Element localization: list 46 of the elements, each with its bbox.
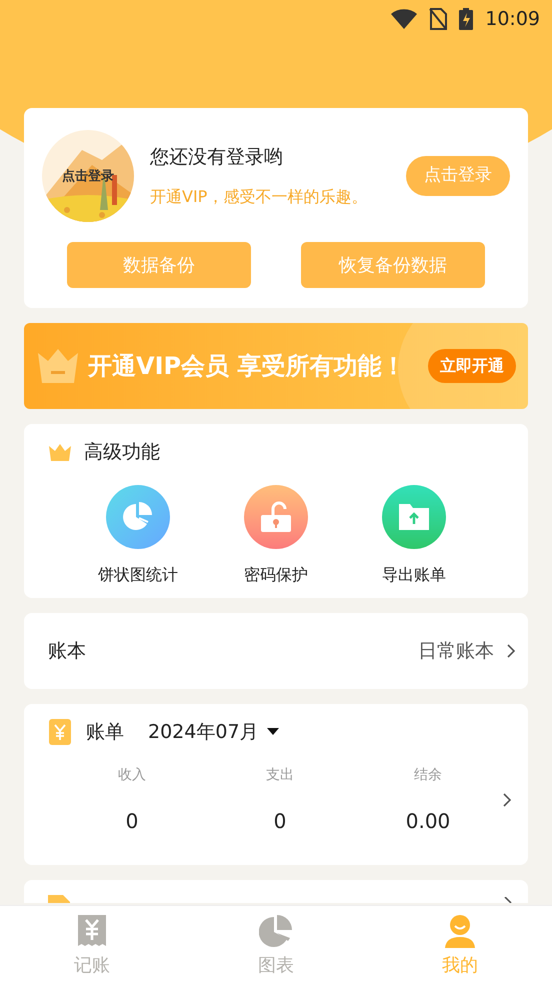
- pie-chart-icon: [259, 914, 293, 948]
- vip-banner-text: 开通VIP会员 享受所有功能！: [88, 351, 406, 382]
- tab-label: 我的: [442, 954, 478, 978]
- chevron-right-icon: [506, 643, 516, 659]
- section-title: 高级功能: [84, 440, 160, 465]
- crown-icon: [48, 443, 72, 462]
- chevron-right-icon: [502, 792, 512, 808]
- yen-ticket-icon: [48, 719, 72, 746]
- backup-button[interactable]: 恢复备份数据: [301, 242, 485, 288]
- caret-down-icon: [266, 728, 279, 736]
- tab[interactable]: 我的: [368, 906, 552, 983]
- tab[interactable]: 图表: [184, 906, 368, 983]
- vip-banner[interactable]: 开通VIP会员 享受所有功能！ 立即开通: [24, 323, 528, 409]
- status-time: 10:09: [485, 6, 540, 32]
- feature-label[interactable]: 导出账单: [382, 562, 446, 586]
- chevron-right-icon: [504, 897, 512, 903]
- summary-label: 结余: [414, 766, 442, 784]
- ledger-label: 账本: [48, 638, 86, 664]
- feature-label[interactable]: 密码保护: [244, 562, 308, 586]
- tab-label: 记账: [74, 954, 110, 978]
- battery-charging-icon: [459, 8, 474, 30]
- summary-label: 支出: [266, 766, 294, 784]
- tab-label: 图表: [258, 954, 294, 978]
- wifi-icon: [391, 9, 418, 29]
- summary-value: 0: [126, 808, 138, 834]
- receipt-icon: [77, 914, 107, 948]
- bill-title: 账单: [86, 720, 124, 745]
- summary-value: 0: [274, 808, 286, 834]
- login-prompt: 您还没有登录哟: [150, 144, 284, 170]
- month-selector[interactable]: 2024年07月: [148, 718, 279, 746]
- vip-slogan: 开通VIP，感受不一样的乐趣。: [150, 186, 368, 208]
- user-icon: [444, 914, 476, 948]
- document-icon: [48, 895, 70, 903]
- login-button[interactable]: 点击登录: [406, 156, 510, 196]
- summary-label: 收入: [118, 766, 146, 784]
- tab[interactable]: 记账: [0, 906, 184, 983]
- ledger-value: 日常账本: [418, 638, 494, 664]
- summary-value: 0.00: [406, 808, 450, 834]
- backup-button[interactable]: 数据备份: [67, 242, 251, 288]
- ledger-row[interactable]: 账本 日常账本: [24, 613, 528, 689]
- crown-icon: [36, 347, 80, 385]
- activate-button[interactable]: 立即开通: [428, 349, 516, 383]
- avatar[interactable]: 点击登录: [42, 130, 134, 222]
- feature-label[interactable]: 饼状图统计: [98, 562, 178, 586]
- no-sim-icon: [429, 8, 448, 30]
- avatar-label: 点击登录: [61, 168, 115, 186]
